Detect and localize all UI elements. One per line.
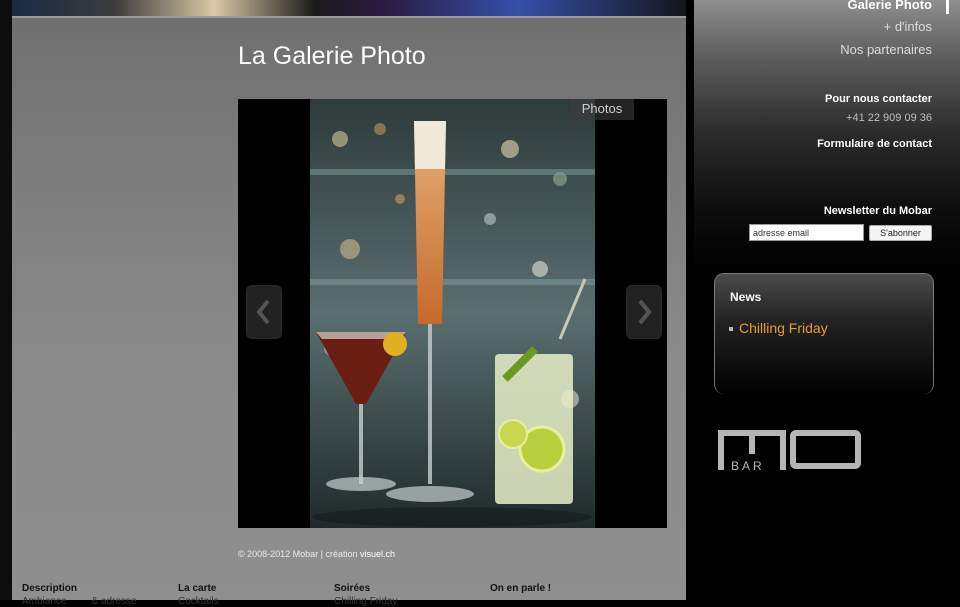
- previous-photo-button[interactable]: [246, 285, 282, 339]
- news-panel: News Chilling Friday: [714, 273, 934, 394]
- photo-gallery: Photos: [238, 99, 667, 528]
- news-item-label[interactable]: Chilling Friday: [739, 320, 828, 336]
- footer-col-presse: On en parle !: [490, 583, 551, 594]
- footer-col-soirees: Soirées Chilling Friday: [334, 583, 397, 607]
- footer-link: Ambiance: [22, 596, 67, 607]
- news-item[interactable]: Chilling Friday: [729, 320, 828, 336]
- nav-item-galerie-photo[interactable]: Galerie Photo: [847, 0, 932, 12]
- footer-col-title[interactable]: Soirées: [334, 583, 397, 594]
- bullet-icon: [729, 327, 733, 332]
- subscribe-button[interactable]: S'abonner: [869, 225, 932, 241]
- newsletter-email-input[interactable]: [749, 224, 864, 241]
- footer-col-title[interactable]: On en parle !: [490, 583, 551, 594]
- left-edge: [0, 0, 12, 600]
- footer-col-carte: La carte Cocktails: [178, 583, 219, 607]
- footer-col-title[interactable]: La carte: [178, 583, 219, 594]
- footer-link[interactable]: Chilling Friday: [334, 596, 397, 607]
- nav-item-infos[interactable]: + d'infos: [884, 19, 932, 34]
- contact-form-link[interactable]: Formulaire de contact: [817, 138, 932, 150]
- current-page-indicator: [946, 0, 949, 14]
- gallery-photo[interactable]: [310, 99, 595, 528]
- gallery-title-label: Photos: [570, 99, 634, 120]
- mobar-logo[interactable]: BAR: [718, 428, 863, 472]
- nav-item-partenaires[interactable]: Nos partenaires: [840, 42, 932, 57]
- footer-link: & adresse: [91, 596, 137, 607]
- contact-heading: Pour nous contacter: [825, 93, 932, 105]
- chevron-right-icon: [638, 299, 652, 325]
- footer-link[interactable]: Cocktails: [178, 596, 219, 607]
- phone-number: +41 22 909 09 36: [846, 112, 932, 124]
- footer-col-description: Description Ambiance & adresse: [22, 583, 137, 607]
- next-photo-button[interactable]: [626, 285, 662, 339]
- credit-link[interactable]: visuel.ch: [360, 549, 395, 559]
- copyright-notice: © 2008-2012 Mobar | création visuel.ch: [238, 549, 395, 559]
- copyright-text: © 2008-2012 Mobar | création: [238, 549, 361, 559]
- newsletter-heading: Newsletter du Mobar: [823, 205, 932, 217]
- chevron-left-icon: [256, 299, 270, 325]
- page-title: La Galerie Photo: [238, 42, 426, 70]
- news-title: News: [730, 290, 762, 304]
- header-image-strip: [12, 0, 686, 18]
- footer-col-title[interactable]: Description: [22, 583, 137, 594]
- logo-bar-text: BAR: [731, 459, 765, 472]
